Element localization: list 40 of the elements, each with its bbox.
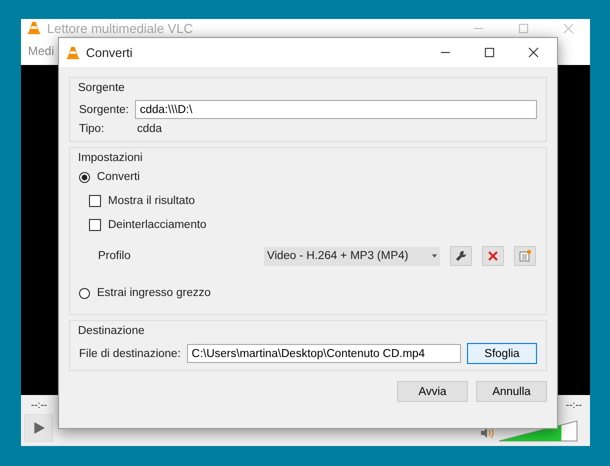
wrench-icon [455,250,467,262]
menu-item[interactable]: Medi [28,44,54,58]
total-time: --:-- [566,400,582,411]
caret-icon [432,254,437,258]
group-title: Impostazioni [78,152,144,164]
profile-dropdown[interactable]: Video - H.264 + MP3 (MP4) [264,246,440,266]
traffic-cone-icon [66,46,80,60]
field-label: File di destinazione: [79,348,181,360]
checkbox[interactable] [89,219,101,231]
option-label[interactable]: Deinterlacciamento [108,219,206,231]
field-label: Sorgente: [79,104,129,116]
close-icon [487,250,499,262]
radio-button[interactable] [79,288,90,298]
elapsed-time: --:-- [31,400,48,411]
option-label[interactable]: Estrai ingresso grezzo [97,287,211,299]
type-value: cdda [137,123,162,135]
speaker-icon[interactable] [480,427,494,439]
group-title: Destinazione [78,325,146,337]
new-profile-button[interactable] [514,246,536,266]
delete-profile-button[interactable] [482,246,504,266]
destination-field[interactable]: C:\Users\martina\Desktop\Contenuto CD.mp4 [186,344,461,363]
dialog-button[interactable]: Avvia [397,381,468,402]
play-button[interactable] [24,414,53,442]
profile-label: Profilo [98,250,132,262]
window-title: Lettore multimediale VLC [47,20,194,36]
maximize-icon[interactable] [484,47,495,58]
field-label: Tipo: [79,123,106,135]
edit-profile-button[interactable] [450,246,472,266]
dialog-title: Converti [86,46,134,60]
play-icon [32,421,46,435]
option-label[interactable]: Mostra il risultato [108,195,195,207]
browse-button[interactable]: Sfoglia [467,343,537,364]
radio-button[interactable] [79,172,90,182]
dialog-button[interactable]: Annulla [476,381,547,402]
group-title: Sorgente [78,82,126,94]
close-icon[interactable] [528,47,539,58]
list-icon [519,250,531,262]
source-field[interactable]: cdda:\\\D:\ [134,100,537,119]
option-label[interactable]: Converti [97,171,140,183]
checkbox[interactable] [89,195,101,207]
